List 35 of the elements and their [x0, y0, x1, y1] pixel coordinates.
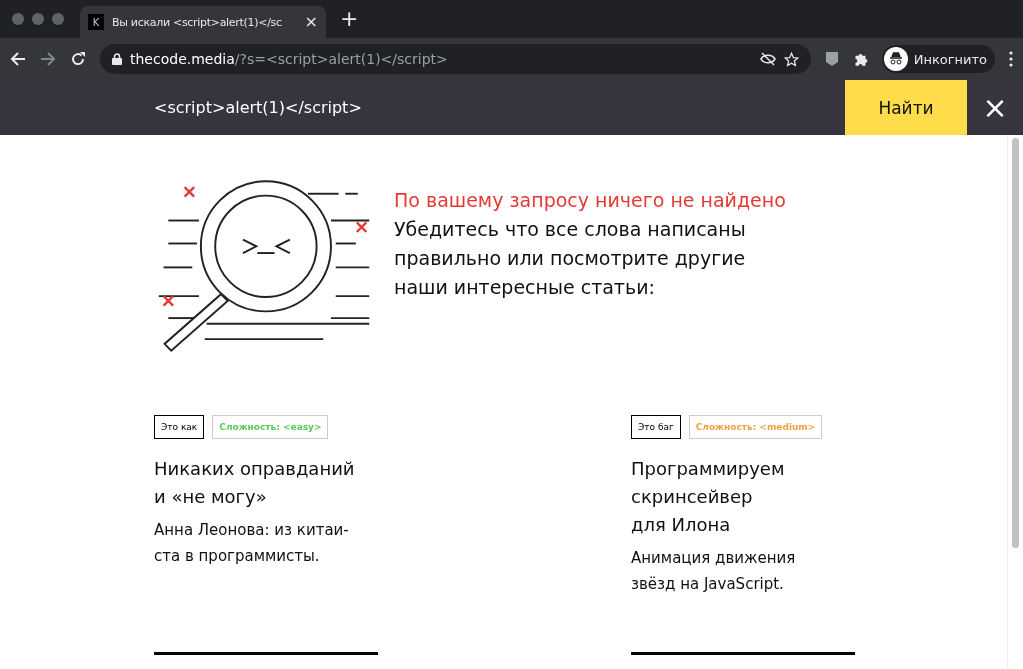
- address-bar[interactable]: thecode.media/?s=<script>alert(1)</script>: [100, 44, 811, 74]
- difficulty-tag: Сложность: <easy>: [212, 415, 329, 439]
- url-path: /?s=<script>alert(1)</script>: [234, 51, 449, 67]
- category-tag[interactable]: Это баг: [631, 415, 681, 439]
- article-description: Анимация движения звёзд на JavaScript.: [631, 548, 797, 595]
- lock-icon: [112, 53, 122, 65]
- window-control-icon[interactable]: [32, 13, 44, 25]
- not-found-heading: По вашему запросу ничего не найдено: [394, 189, 786, 211]
- new-tab-button[interactable]: +: [340, 8, 359, 30]
- close-button[interactable]: ×: [967, 80, 1023, 135]
- article-title[interactable]: Никаких оправданий и «не могу»: [154, 455, 378, 511]
- window-control-icon[interactable]: [12, 13, 24, 25]
- find-button[interactable]: Найти: [845, 80, 967, 135]
- star-icon[interactable]: [783, 51, 799, 67]
- url-host: thecode.media: [130, 51, 235, 67]
- tab-title: Вы искали <script>alert(1)</sc: [112, 15, 283, 29]
- back-icon[interactable]: [10, 51, 26, 67]
- extension-icon[interactable]: [824, 51, 839, 67]
- article-title[interactable]: Программируем скринсейвер для Илона: [631, 455, 855, 539]
- profile-button[interactable]: Инкогнито: [881, 45, 995, 73]
- not-found-text: Убедитесь что все слова написаны правильно или посмотрите другие наши интересные статьи:: [394, 217, 747, 300]
- favicon: K: [88, 14, 104, 30]
- window-control-icon[interactable]: [52, 13, 64, 25]
- incognito-icon: [883, 47, 908, 71]
- reload-icon[interactable]: [70, 51, 86, 67]
- article-description: Анна Леонова: из китаи- ста в программисты.: [154, 520, 350, 567]
- browser-tab[interactable]: K Вы искали <script>alert(1)</sc ×: [80, 6, 326, 38]
- scrollbar-thumb[interactable]: [1012, 138, 1019, 548]
- difficulty-tag: Сложность: <medium>: [688, 415, 823, 439]
- menu-icon[interactable]: [1009, 51, 1013, 67]
- eye-off-icon[interactable]: [759, 52, 776, 66]
- search-field[interactable]: <script>alert(1)</script>: [154, 98, 845, 117]
- tab-close-button[interactable]: ×: [304, 14, 318, 30]
- forward-icon[interactable]: [40, 51, 56, 67]
- category-tag[interactable]: Это как: [154, 415, 205, 439]
